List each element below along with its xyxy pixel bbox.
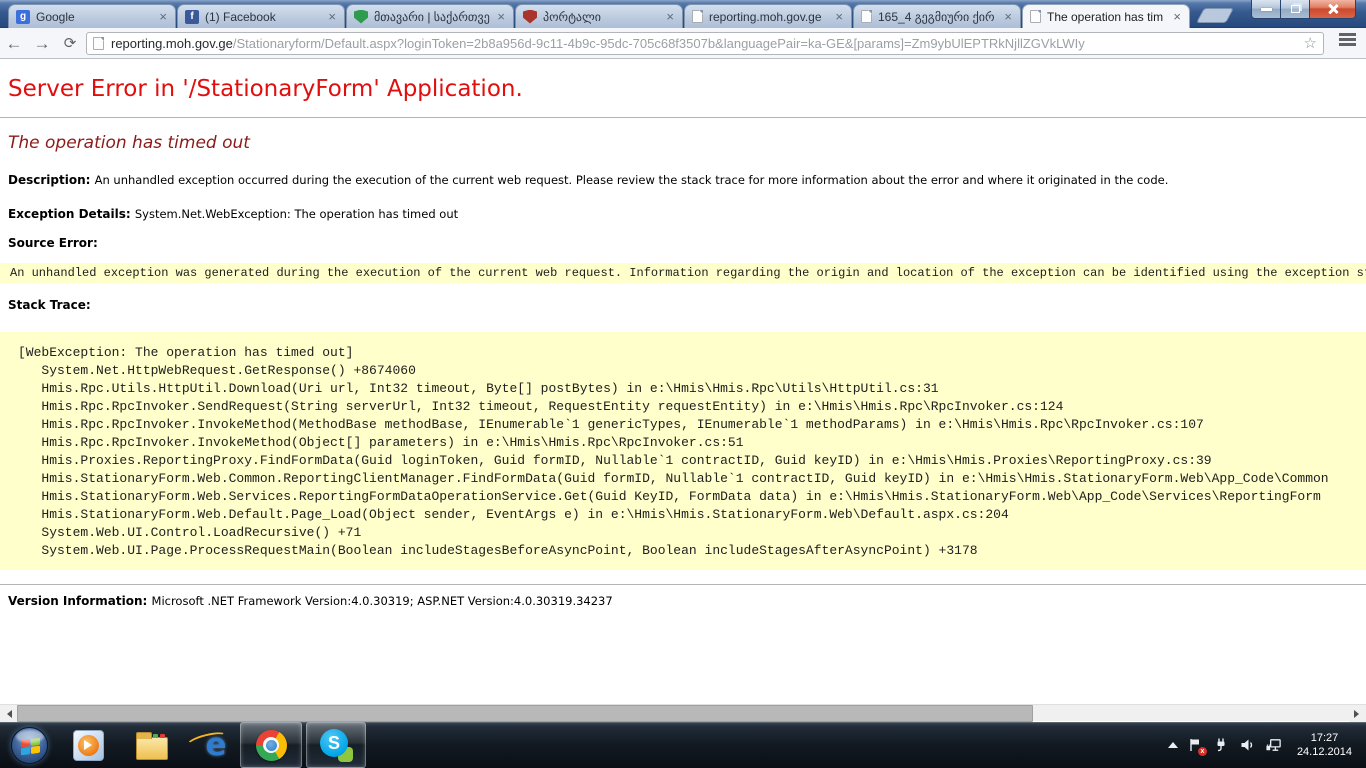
windows-logo-icon — [11, 727, 48, 764]
divider — [0, 117, 1366, 118]
folder-icon — [136, 737, 168, 760]
exception-details-label: Exception Details: — [8, 207, 135, 221]
address-bar[interactable]: reporting.moh.gov.ge /Stationaryform/Def… — [86, 32, 1324, 55]
close-window-button[interactable] — [1310, 0, 1356, 19]
crest-favicon-icon — [523, 10, 537, 24]
new-tab-button[interactable] — [1196, 8, 1234, 23]
page-icon — [93, 37, 104, 50]
error-subtitle: The operation has timed out — [8, 133, 1358, 153]
exception-details-line: Exception Details: System.Net.WebExcepti… — [8, 207, 1358, 221]
close-icon — [1327, 3, 1339, 15]
page-favicon-icon — [1030, 10, 1041, 23]
description-text: An unhandled exception occurred during t… — [95, 173, 1169, 187]
tab-165-4[interactable]: 165_4 გეგმიური ქირ × — [853, 4, 1021, 28]
restore-button[interactable] — [1281, 0, 1310, 19]
tab-title: Google — [36, 10, 152, 24]
scroll-right-button[interactable] — [1349, 705, 1366, 722]
page-favicon-icon — [861, 10, 872, 23]
minimize-icon — [1261, 8, 1272, 11]
tab-strip: g Google × f (1) Facebook × მთავარი | სა… — [8, 4, 1191, 28]
divider — [0, 584, 1366, 585]
browser-toolbar: ← → ⟳ reporting.moh.gov.ge /Stationaryfo… — [0, 28, 1366, 59]
shield-favicon-icon — [354, 10, 368, 24]
show-hidden-icons-button[interactable] — [1168, 737, 1178, 748]
tab-title: reporting.moh.gov.ge — [709, 10, 828, 24]
taskbar-windows-explorer[interactable] — [128, 722, 176, 768]
scrollbar-thumb[interactable] — [17, 705, 1033, 722]
source-error-label: Source Error: — [8, 236, 1358, 250]
system-tray: x — [1168, 722, 1366, 768]
power-plug-icon[interactable] — [1213, 737, 1230, 754]
network-icon[interactable] — [1265, 737, 1282, 754]
tab-close-icon[interactable]: × — [1003, 10, 1013, 23]
minimize-button[interactable] — [1251, 0, 1281, 19]
tab-google[interactable]: g Google × — [8, 4, 176, 28]
reload-button[interactable]: ⟳ — [56, 36, 84, 51]
tab-title: პორტალი — [543, 10, 659, 24]
chrome-icon — [256, 730, 287, 761]
tab-title: მთავარი | საქართვე — [374, 10, 490, 24]
tab-close-icon[interactable]: × — [834, 10, 844, 23]
facebook-favicon-icon: f — [185, 10, 199, 24]
taskbar-internet-explorer[interactable]: e — [192, 722, 240, 768]
stack-trace-label: Stack Trace: — [8, 298, 1358, 312]
horizontal-scrollbar — [0, 704, 1366, 721]
version-information-text: Microsoft .NET Framework Version:4.0.303… — [152, 594, 613, 608]
page-favicon-icon — [692, 10, 703, 23]
left-arrow-icon — [3, 710, 12, 718]
url-path: /Stationaryform/Default.aspx?loginToken=… — [233, 36, 1300, 51]
tab-close-icon[interactable]: × — [158, 10, 168, 23]
browser-titlebar: g Google × f (1) Facebook × მთავარი | სა… — [0, 0, 1366, 28]
window-controls — [1251, 0, 1356, 19]
start-button[interactable] — [8, 722, 50, 768]
tab-title: 165_4 გეგმიური ქირ — [878, 10, 997, 24]
taskbar: e S x — [0, 722, 1366, 768]
tab-title: (1) Facebook — [205, 10, 321, 24]
source-error-box: An unhandled exception was generated dur… — [0, 263, 1366, 283]
alert-badge: x — [1198, 747, 1207, 756]
clock-date: 24.12.2014 — [1297, 745, 1352, 759]
tab-close-icon[interactable]: × — [496, 10, 506, 23]
bookmark-star-icon[interactable]: ☆ — [1304, 34, 1317, 52]
screen: g Google × f (1) Facebook × მთავარი | სა… — [0, 0, 1366, 768]
back-button[interactable]: ← — [0, 35, 28, 52]
hamburger-icon — [1339, 33, 1356, 36]
action-center-flag-icon[interactable]: x — [1187, 737, 1204, 754]
tab-title: The operation has tim — [1047, 10, 1166, 24]
taskbar-skype[interactable]: S — [306, 722, 366, 768]
tab-close-icon[interactable]: × — [327, 10, 337, 23]
skype-letter: S — [320, 729, 348, 757]
description-line: Description: An unhandled exception occu… — [8, 173, 1358, 187]
page-content: Server Error in '/StationaryForm' Applic… — [0, 59, 1366, 704]
tab-mtavari[interactable]: მთავარი | საქართვე × — [346, 4, 514, 28]
skype-icon: S — [320, 729, 352, 761]
taskbar-windows-media-player[interactable] — [64, 722, 112, 768]
tab-reporting[interactable]: reporting.moh.gov.ge × — [684, 4, 852, 28]
taskbar-google-chrome[interactable] — [240, 722, 302, 768]
version-information-label: Version Information: — [8, 594, 152, 608]
tab-operation-timed-out[interactable]: The operation has tim × — [1022, 4, 1190, 28]
google-favicon-icon: g — [16, 10, 30, 24]
exception-details-text: System.Net.WebException: The operation h… — [135, 207, 458, 221]
version-information-line: Version Information: Microsoft .NET Fram… — [8, 594, 1358, 608]
tab-close-icon[interactable]: × — [1172, 10, 1182, 23]
taskbar-clock[interactable]: 17:27 24.12.2014 — [1291, 731, 1358, 759]
clock-time: 17:27 — [1297, 731, 1352, 745]
scroll-left-button[interactable] — [0, 705, 17, 722]
tab-close-icon[interactable]: × — [665, 10, 675, 23]
stack-trace-box: [WebException: The operation has timed o… — [0, 332, 1366, 570]
description-label: Description: — [8, 173, 95, 187]
volume-speaker-icon[interactable] — [1239, 737, 1256, 754]
restore-icon — [1291, 5, 1300, 13]
url-host: reporting.moh.gov.ge — [111, 36, 233, 51]
error-title: Server Error in '/StationaryForm' Applic… — [8, 75, 1358, 103]
forward-button[interactable]: → — [28, 35, 56, 52]
media-player-icon — [73, 730, 104, 761]
play-icon — [84, 740, 97, 750]
tab-portali[interactable]: პორტალი × — [515, 4, 683, 28]
right-arrow-icon — [1354, 710, 1363, 718]
tab-facebook[interactable]: f (1) Facebook × — [177, 4, 345, 28]
